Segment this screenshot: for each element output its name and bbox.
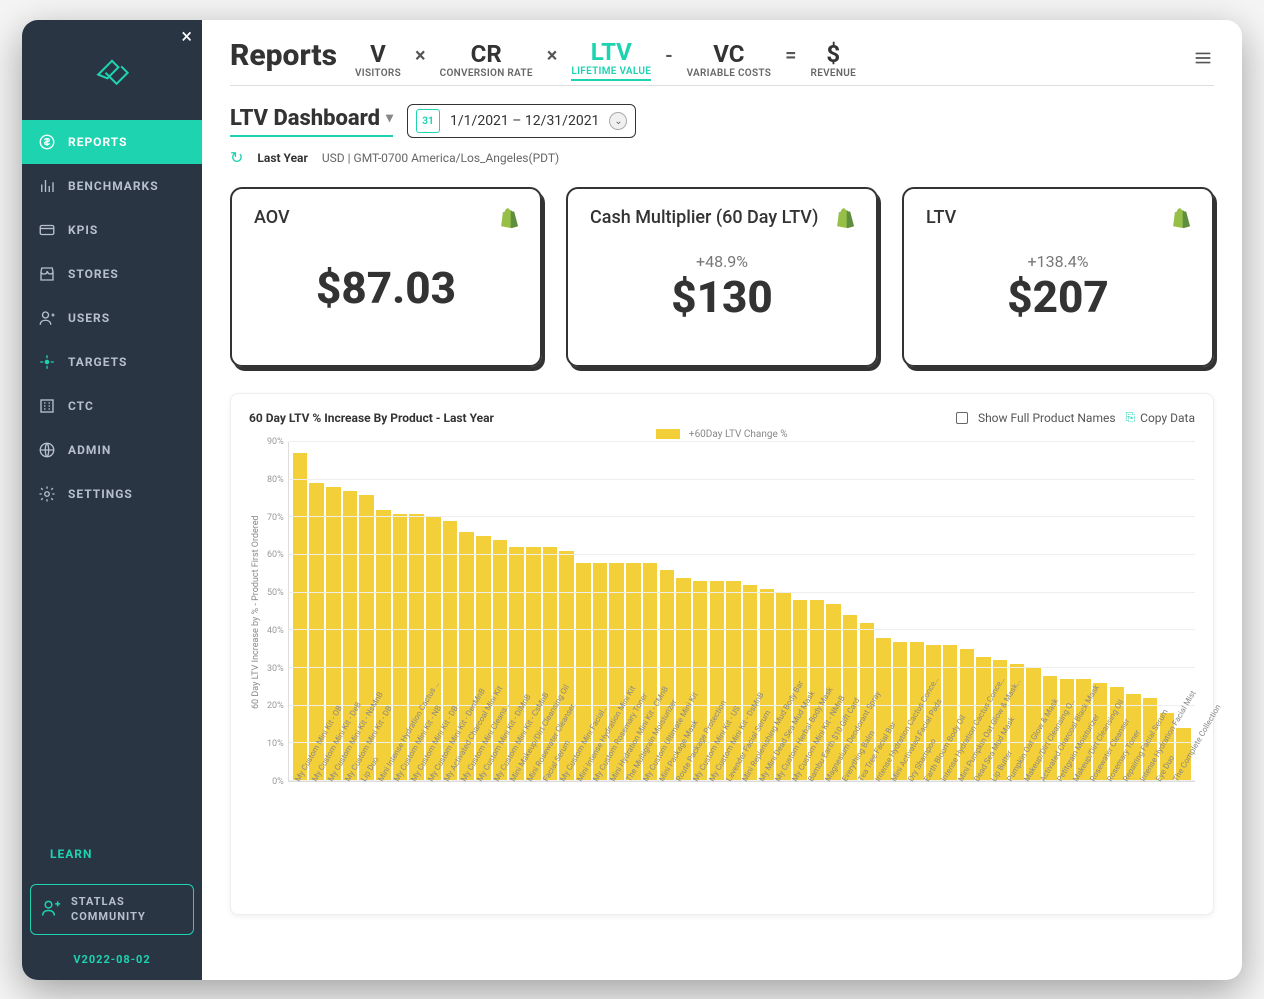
refresh-icon[interactable]: ↻ (230, 148, 243, 167)
chart-bar[interactable] (293, 453, 307, 781)
sidebar-item-kpis[interactable]: KPIS (22, 208, 202, 252)
app-root: × REPORTS BENCHMARKS KPIS STORES USERS TARGET… (22, 20, 1242, 980)
sidebar-item-label: USERS (68, 311, 110, 325)
date-range-picker[interactable]: 31 1/1/2021 – 12/31/2021 ⌄ (407, 104, 636, 138)
dashboard-label: LTV Dashboard (230, 106, 380, 131)
nav: REPORTS BENCHMARKS KPIS STORES USERS TARGETS C… (22, 120, 202, 516)
copy-data-button[interactable]: ⎘ Copy Data (1126, 410, 1195, 425)
gear-icon (38, 485, 56, 503)
chart-legend: +60Day LTV Change % (249, 429, 1195, 440)
community-button[interactable]: STATLAS COMMUNITY (30, 884, 194, 935)
formula-operator: × (547, 43, 558, 77)
card-value: $207 (1007, 271, 1109, 323)
card-title: LTV (926, 207, 956, 228)
chevron-down-icon: ⌄ (609, 112, 627, 130)
sidebar-item-label: ADMIN (68, 443, 111, 457)
card-delta: +48.9% (696, 252, 748, 271)
card-title: Cash Multiplier (60 Day LTV) (590, 207, 818, 228)
card-icon (38, 221, 56, 239)
metric-card: Cash Multiplier (60 Day LTV) +48.9%$130 (566, 187, 878, 367)
metric-card: AOV $87.03 (230, 187, 542, 367)
formula-term-variable-costs[interactable]: VCVARIABLE COSTS (687, 40, 772, 81)
shopify-icon (1172, 208, 1190, 228)
sidebar-item-settings[interactable]: SETTINGS (22, 472, 202, 516)
learn-link[interactable]: LEARN (22, 834, 202, 874)
sidebar-item-label: TARGETS (68, 355, 127, 369)
legend-swatch (656, 429, 680, 439)
controls: LTV Dashboard ▾ 31 1/1/2021 – 12/31/2021… (230, 104, 1214, 138)
dollar-circle-icon (38, 133, 56, 151)
formula-term-visitors[interactable]: VVISITORS (355, 40, 401, 81)
formula-term-lifetime-value[interactable]: LTVLIFETIME VALUE (571, 38, 651, 81)
formula-operator: = (785, 43, 796, 77)
shopify-icon (836, 208, 854, 228)
learn-label: LEARN (50, 847, 92, 861)
logo (22, 20, 202, 120)
x-axis-labels: My Custom Mini Kit - OBMy Custom Mini Ki… (295, 786, 1195, 906)
close-icon[interactable]: × (181, 24, 192, 48)
chart-title: 60 Day LTV % Increase By Product - Last … (249, 411, 494, 425)
sidebar-item-targets[interactable]: TARGETS (22, 340, 202, 384)
show-full-names-label: Show Full Product Names (978, 411, 1116, 425)
shopify-icon (500, 208, 518, 228)
community-line1: STATLAS (71, 895, 125, 908)
legend-label: +60Day LTV Change % (689, 429, 788, 440)
chevron-down-icon: ▾ (386, 110, 393, 126)
copy-data-label: Copy Data (1140, 411, 1195, 425)
card-delta: +138.4% (1028, 252, 1089, 271)
sidebar-item-label: BENCHMARKS (68, 179, 159, 193)
sidebar-item-label: REPORTS (68, 135, 128, 149)
info-row: ↻ Last Year USD | GMT-0700 America/Los_A… (230, 148, 1214, 167)
chart-panel: 60 Day LTV % Increase By Product - Last … (230, 393, 1214, 915)
metric-cards: AOV $87.03 Cash Multiplier (60 Day LTV) +48… (230, 187, 1214, 367)
sidebar-item-users[interactable]: USERS (22, 296, 202, 340)
show-full-names-checkbox[interactable] (956, 412, 968, 424)
sidebar-item-stores[interactable]: STORES (22, 252, 202, 296)
bar-chart-icon (38, 177, 56, 195)
sidebar-item-label: STORES (68, 267, 119, 281)
formula-term-revenue[interactable]: $REVENUE (811, 40, 857, 81)
community-icon (41, 898, 61, 922)
sidebar-item-label: CTC (68, 399, 94, 413)
y-axis-label: 60 Day LTV Increase by % - Product First… (249, 442, 263, 782)
dashboard-select[interactable]: LTV Dashboard ▾ (230, 106, 393, 137)
formula-term-conversion-rate[interactable]: CRCONVERSION RATE (440, 40, 533, 81)
card-value: $130 (671, 271, 773, 323)
menu-icon[interactable] (1192, 47, 1214, 73)
version-label: V2022-08-02 (22, 945, 202, 980)
globe-icon (38, 441, 56, 459)
card-title: AOV (254, 207, 290, 228)
user-plus-icon (38, 309, 56, 327)
timezone-label: USD | GMT-0700 America/Los_Angeles(PDT) (322, 151, 559, 165)
sidebar-item-label: SETTINGS (68, 487, 133, 501)
sidebar-item-reports[interactable]: REPORTS (22, 120, 202, 164)
community-line2: COMMUNITY (71, 910, 146, 923)
page-title: Reports (230, 38, 337, 73)
formula-bar: VVISITORS × CRCONVERSION RATE × LTVLIFETIME … (355, 38, 1174, 81)
building-icon (38, 397, 56, 415)
y-axis-ticks: 90%80%70%60%50%40%30%20%10%0% (263, 442, 288, 782)
card-value: $87.03 (316, 262, 456, 314)
header: Reports VVISITORS × CRCONVERSION RATE × LTVL… (230, 38, 1214, 86)
sidebar-item-label: KPIS (68, 223, 98, 237)
copy-icon: ⎘ (1126, 410, 1136, 425)
main: Reports VVISITORS×CRCONVERSION RATE×LTVL… (202, 20, 1242, 980)
formula-operator: - (665, 43, 672, 77)
sidebar-item-benchmarks[interactable]: BENCHMARKS (22, 164, 202, 208)
formula-operator: × (415, 43, 426, 77)
chart-header: 60 Day LTV % Increase By Product - Last … (249, 410, 1195, 425)
date-range-text: 1/1/2021 – 12/31/2021 (450, 113, 599, 129)
last-year-label: Last Year (257, 151, 307, 165)
metric-card: LTV +138.4%$207 (902, 187, 1214, 367)
calendar-icon: 31 (416, 109, 440, 133)
sidebar-item-admin[interactable]: ADMIN (22, 428, 202, 472)
sidebar-item-ctc[interactable]: CTC (22, 384, 202, 428)
store-icon (38, 265, 56, 283)
sidebar: × REPORTS BENCHMARKS KPIS STORES USERS TARGET… (22, 20, 202, 980)
target-icon (38, 353, 56, 371)
